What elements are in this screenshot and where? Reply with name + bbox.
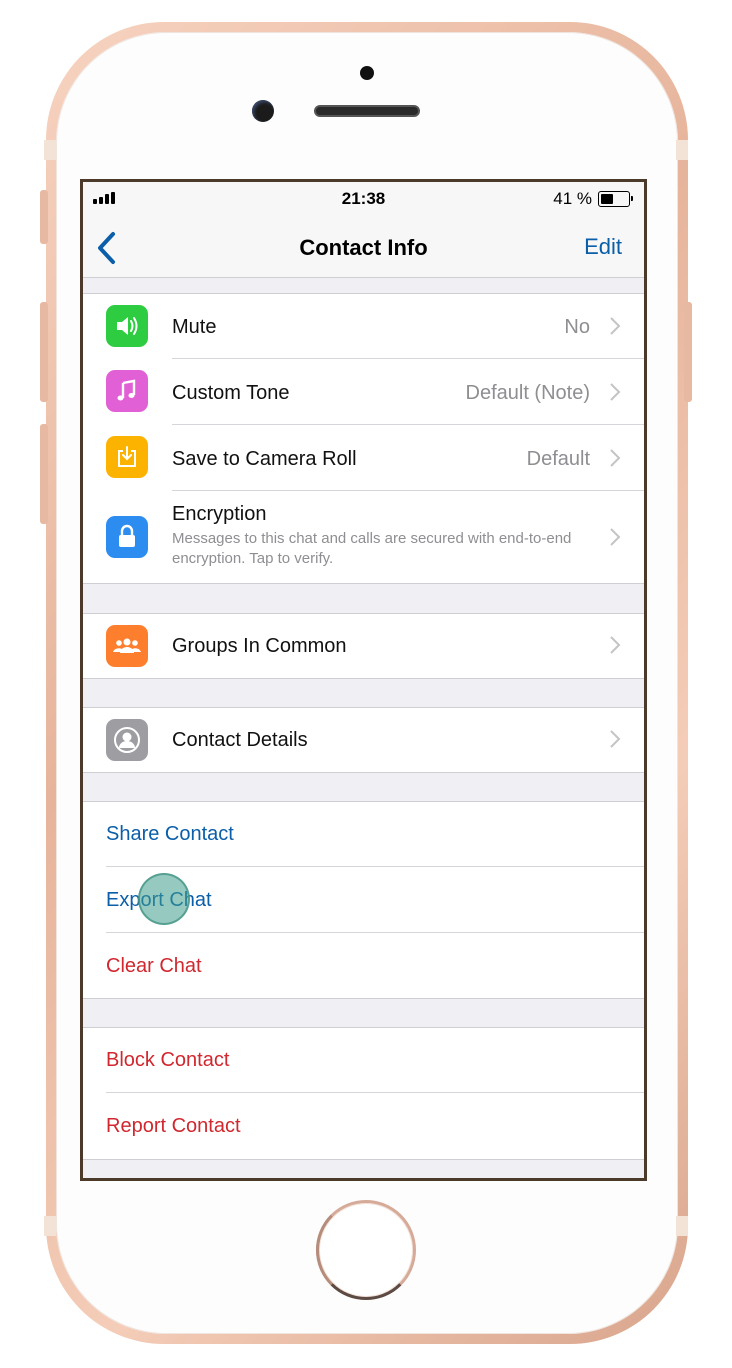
status-bar: 21:38 41 %: [83, 182, 644, 218]
groups-in-common-group: Groups In Common: [83, 613, 644, 679]
encryption-row[interactable]: Encryption Messages to this chat and cal…: [83, 491, 644, 584]
groups-in-common-label: Groups In Common: [172, 635, 347, 657]
save-camera-roll-value: Default: [526, 448, 590, 470]
contact-details-row[interactable]: Contact Details: [83, 708, 644, 772]
chevron-right-icon: [610, 730, 621, 748]
encryption-label: Encryption: [172, 503, 267, 525]
antenna-band: [676, 1216, 688, 1236]
save-camera-roll-row[interactable]: Save to Camera Roll Default: [83, 425, 644, 491]
battery-icon: [598, 191, 633, 207]
chat-settings-group: Mute No Custom Tone Default (Note) Save …: [83, 293, 644, 584]
block-contact-row[interactable]: Block Contact: [83, 1028, 644, 1093]
proximity-sensor: [360, 66, 374, 80]
antenna-band: [676, 140, 688, 160]
encryption-description: Messages to this chat and calls are secu…: [172, 530, 572, 567]
home-button[interactable]: [316, 1200, 416, 1300]
share-contact-button[interactable]: Share Contact: [106, 823, 234, 846]
chevron-right-icon: [610, 317, 621, 335]
block-report-group: Block Contact Report Contact: [83, 1027, 644, 1160]
mute-value: No: [564, 316, 590, 338]
navigation-bar: Contact Info Edit: [83, 218, 644, 278]
phone-power-button: [684, 302, 692, 402]
download-icon: [106, 436, 148, 478]
clear-chat-button[interactable]: Clear Chat: [106, 955, 202, 978]
report-contact-row[interactable]: Report Contact: [83, 1093, 644, 1159]
contact-icon: [106, 719, 148, 761]
chevron-right-icon: [610, 528, 621, 546]
speaker-icon: [106, 305, 148, 347]
share-contact-row[interactable]: Share Contact: [83, 802, 644, 867]
custom-tone-value: Default (Note): [465, 382, 591, 404]
music-note-icon: [106, 370, 148, 412]
screen: 21:38 41 % Contact Info Edit Mute No Cus…: [80, 179, 647, 1181]
chevron-right-icon: [610, 383, 621, 401]
antenna-band: [44, 1216, 56, 1236]
custom-tone-label: Custom Tone: [172, 382, 290, 404]
contact-details-group: Contact Details: [83, 707, 644, 773]
mute-row[interactable]: Mute No: [83, 294, 644, 359]
report-contact-button[interactable]: Report Contact: [106, 1115, 241, 1138]
save-camera-roll-label: Save to Camera Roll: [172, 448, 357, 470]
phone-volume-down: [40, 424, 48, 524]
front-camera: [252, 100, 274, 122]
edit-button[interactable]: Edit: [584, 234, 622, 260]
block-contact-button[interactable]: Block Contact: [106, 1049, 229, 1072]
page-title: Contact Info: [299, 235, 428, 260]
export-chat-row[interactable]: Export Chat: [83, 867, 644, 933]
antenna-band: [44, 140, 56, 160]
lock-icon: [106, 516, 148, 558]
chat-actions-group: Share Contact Export Chat Clear Chat: [83, 801, 644, 999]
battery-percentage: 41 %: [553, 189, 592, 208]
earpiece-speaker: [314, 105, 420, 117]
contact-details-label: Contact Details: [172, 729, 308, 751]
custom-tone-row[interactable]: Custom Tone Default (Note): [83, 359, 644, 425]
phone-volume-up: [40, 302, 48, 402]
chevron-right-icon: [610, 636, 621, 654]
export-chat-button[interactable]: Export Chat: [106, 889, 212, 912]
phone-side-switch: [40, 190, 48, 244]
chevron-right-icon: [610, 449, 621, 467]
mute-label: Mute: [172, 316, 217, 338]
groups-in-common-row[interactable]: Groups In Common: [83, 614, 644, 678]
clear-chat-row[interactable]: Clear Chat: [83, 933, 644, 998]
group-icon: [106, 625, 148, 667]
